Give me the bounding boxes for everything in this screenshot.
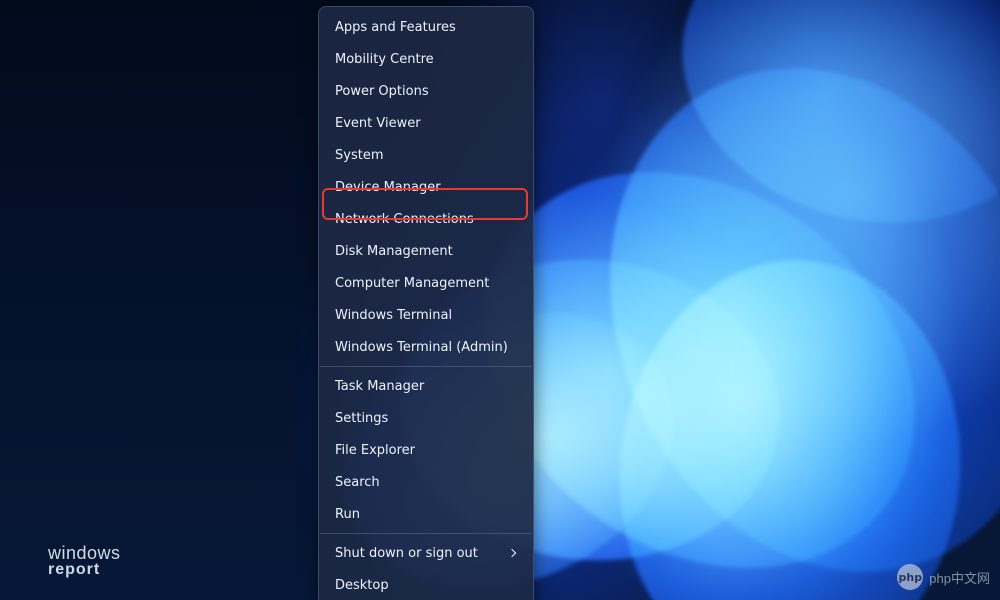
menu-item-label: Run [335,507,360,522]
menu-item-device-manager[interactable]: Device Manager [319,171,533,203]
menu-item-event-viewer[interactable]: Event Viewer [319,107,533,139]
watermark-line-1: windows [48,544,121,562]
menu-item-windows-terminal-admin[interactable]: Windows Terminal (Admin) [319,331,533,363]
menu-item-disk-management[interactable]: Disk Management [319,235,533,267]
watermark-php: php php中文网 [897,564,990,590]
menu-item-label: Search [335,475,380,490]
menu-item-label: File Explorer [335,443,415,458]
menu-item-label: Apps and Features [335,20,456,35]
menu-item-label: Disk Management [335,244,453,259]
menu-item-label: Shut down or sign out [335,546,478,561]
menu-item-label: System [335,148,383,163]
menu-item-label: Desktop [335,578,389,593]
menu-item-label: Device Manager [335,180,441,195]
chevron-right-icon [508,549,516,557]
watermark-logo-icon: php [897,564,923,590]
menu-item-settings[interactable]: Settings [319,402,533,434]
menu-item-mobility-centre[interactable]: Mobility Centre [319,43,533,75]
menu-item-windows-terminal[interactable]: Windows Terminal [319,299,533,331]
menu-item-power-options[interactable]: Power Options [319,75,533,107]
desktop-background: Apps and Features Mobility Centre Power Op… [0,0,1000,600]
menu-item-shut-down[interactable]: Shut down or sign out [319,537,533,569]
menu-item-run[interactable]: Run [319,498,533,530]
menu-item-label: Event Viewer [335,116,421,131]
menu-separator [320,366,532,367]
menu-item-label: Mobility Centre [335,52,434,67]
menu-item-search[interactable]: Search [319,466,533,498]
menu-item-network-connections[interactable]: Network Connections [319,203,533,235]
menu-item-label: Task Manager [335,379,424,394]
watermark-line-2: report [48,562,121,578]
menu-item-apps-features[interactable]: Apps and Features [319,11,533,43]
menu-item-label: Network Connections [335,212,474,227]
menu-item-computer-management[interactable]: Computer Management [319,267,533,299]
menu-item-desktop[interactable]: Desktop [319,569,533,600]
menu-item-file-explorer[interactable]: File Explorer [319,434,533,466]
menu-item-label: Windows Terminal (Admin) [335,340,508,355]
menu-item-system[interactable]: System [319,139,533,171]
menu-item-label: Computer Management [335,276,489,291]
menu-item-task-manager[interactable]: Task Manager [319,370,533,402]
menu-item-label: Windows Terminal [335,308,452,323]
menu-item-label: Settings [335,411,388,426]
menu-item-label: Power Options [335,84,429,99]
watermark-text: php中文网 [929,568,990,587]
menu-separator [320,533,532,534]
winx-context-menu[interactable]: Apps and Features Mobility Centre Power Op… [318,6,534,600]
watermark-windows-report: windows report [48,544,121,578]
